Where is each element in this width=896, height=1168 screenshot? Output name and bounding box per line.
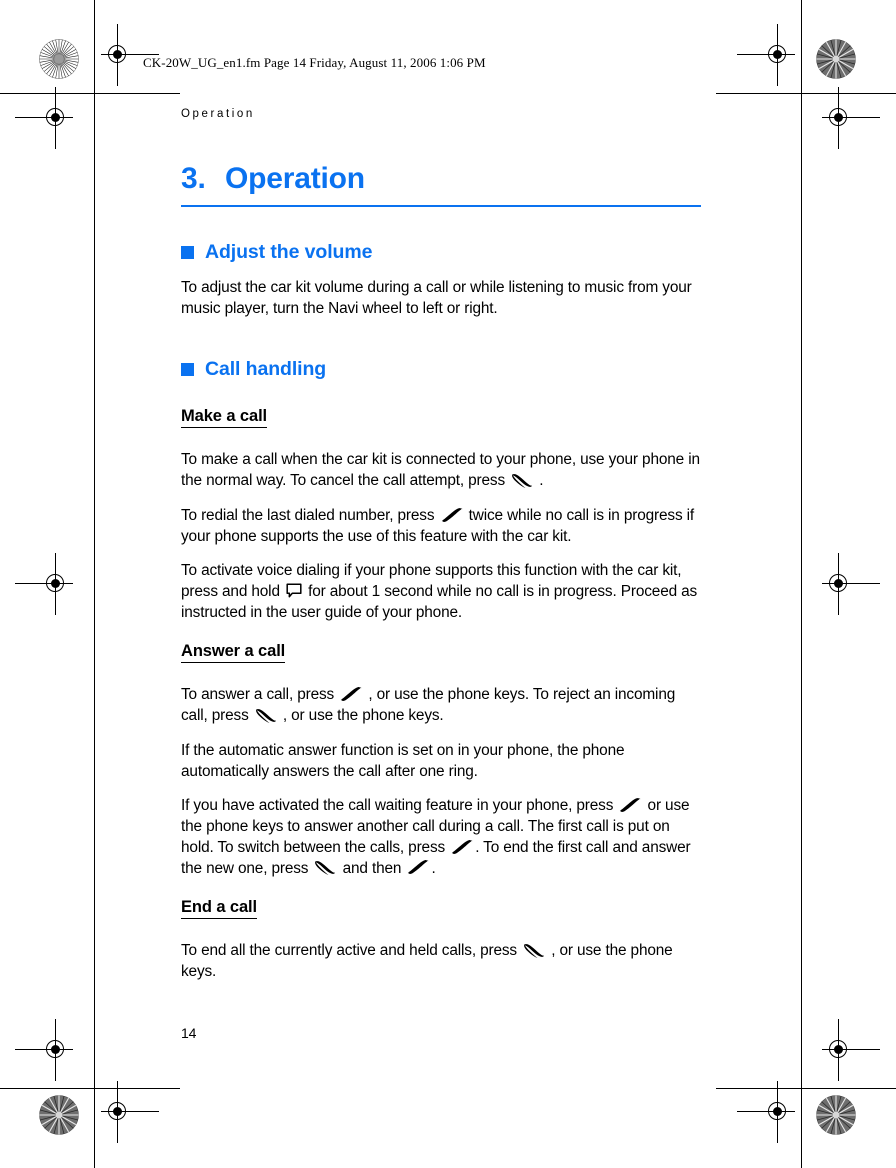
framemaker-filename-banner: CK-20W_UG_en1.fm Page 14 Friday, August … bbox=[143, 55, 486, 70]
crop-rule-bottom-horizontal bbox=[0, 1088, 180, 1089]
subsection-heading-wrap-end-a-call: End a call bbox=[181, 898, 701, 930]
crop-rule-right-vertical bbox=[801, 0, 802, 1168]
registration-dot bbox=[51, 579, 60, 588]
chapter-number: 3. bbox=[181, 162, 206, 195]
registration-target-bottom-right bbox=[737, 1081, 795, 1143]
registration-dot bbox=[834, 1045, 843, 1054]
chapter-title-text: Operation bbox=[225, 162, 365, 195]
paragraph-group-make-a-call: To make a call when the car kit is conne… bbox=[181, 450, 701, 623]
section-heading-adjust-the-volume: Adjust the volume bbox=[181, 241, 701, 264]
end-call-key-icon bbox=[523, 943, 545, 958]
crop-rule-top-right-horizontal bbox=[716, 93, 896, 94]
registration-target-bottom-left bbox=[101, 1081, 159, 1143]
page-content: Operation 3. Operation Adjust the volume… bbox=[181, 108, 701, 983]
registration-target-upper-right-margin bbox=[822, 87, 880, 149]
registration-target-top-left bbox=[101, 24, 159, 86]
page-number: 14 bbox=[181, 1025, 197, 1041]
blue-square-bullet-icon bbox=[181, 363, 194, 377]
section-heading-call-handling: Call handling bbox=[181, 358, 701, 381]
paragraph: If you have activated the call waiting f… bbox=[181, 797, 691, 877]
section-heading-text: Call handling bbox=[205, 358, 327, 381]
send-call-key-icon bbox=[407, 860, 429, 875]
registration-dot bbox=[834, 579, 843, 588]
running-head: Operation bbox=[181, 108, 255, 120]
subsection-heading-answer-a-call: Answer a call bbox=[181, 642, 285, 664]
paragraph: To end all the currently active and held… bbox=[181, 942, 673, 980]
crop-rule-left-vertical bbox=[94, 0, 95, 1168]
registration-target-lower-left-margin bbox=[15, 1019, 73, 1081]
paragraph-adjust-volume: To adjust the car kit volume during a ca… bbox=[181, 279, 692, 317]
send-call-key-icon bbox=[619, 798, 641, 813]
registration-dot bbox=[834, 113, 843, 122]
color-star-target-bottom-right bbox=[816, 1095, 856, 1135]
registration-target-middle-right bbox=[822, 553, 880, 615]
registration-dot bbox=[113, 50, 122, 59]
chapter-title: 3. Operation bbox=[181, 162, 701, 205]
subsection-spacer bbox=[181, 879, 701, 898]
subsection-spacer bbox=[181, 623, 701, 642]
registration-dot bbox=[773, 50, 782, 59]
end-call-key-icon bbox=[511, 473, 533, 488]
registration-crosshair-horizontal bbox=[737, 54, 795, 55]
crop-rule-bottom-right-horizontal bbox=[716, 1088, 896, 1089]
registration-target-upper-left-margin bbox=[15, 87, 73, 149]
color-star-target-top-right bbox=[816, 39, 856, 79]
send-call-key-icon bbox=[340, 687, 362, 702]
paragraph: To answer a call, press , or use the pho… bbox=[181, 686, 676, 725]
voice-dial-key-icon bbox=[286, 583, 302, 599]
send-call-key-icon bbox=[441, 507, 463, 523]
registration-crosshair-horizontal bbox=[15, 117, 73, 118]
end-call-key-icon bbox=[255, 708, 277, 723]
crop-rule-top-horizontal bbox=[0, 93, 180, 94]
registration-crosshair-horizontal bbox=[737, 1111, 795, 1112]
registration-crosshair-horizontal bbox=[15, 583, 73, 584]
registration-target-top-right bbox=[737, 24, 795, 86]
chapter-title-rule bbox=[181, 205, 701, 207]
registration-dot bbox=[51, 1045, 60, 1054]
registration-target-middle-left bbox=[15, 553, 73, 615]
subsection-heading-wrap-make-a-call: Make a call bbox=[181, 407, 701, 439]
registration-dot bbox=[51, 113, 60, 122]
section-heading-text: Adjust the volume bbox=[205, 241, 373, 263]
paragraph: If the automatic answer function is set … bbox=[181, 741, 625, 780]
end-call-key-icon bbox=[314, 860, 336, 876]
paragraph: To make a call when the car kit is conne… bbox=[181, 451, 700, 490]
send-call-key-icon bbox=[451, 839, 473, 855]
subsection-heading-wrap-answer-a-call: Answer a call bbox=[181, 642, 701, 674]
color-star-target-bottom-left bbox=[39, 1095, 79, 1135]
paragraph: To activate voice dialing if your phone … bbox=[181, 562, 698, 621]
registration-dot bbox=[113, 1107, 122, 1116]
subsection-heading-make-a-call: Make a call bbox=[181, 407, 267, 429]
paragraph-group-answer-a-call: To answer a call, press , or use the pho… bbox=[181, 685, 701, 879]
blue-square-bullet-icon bbox=[181, 246, 194, 259]
paragraph: To redial the last dialed number, press … bbox=[181, 506, 695, 545]
color-star-target-top-left bbox=[39, 39, 79, 79]
paragraph-group-end-a-call: To end all the currently active and held… bbox=[181, 941, 701, 982]
subsection-spacer bbox=[181, 395, 701, 407]
subsection-heading-end-a-call: End a call bbox=[181, 898, 257, 920]
document-page: CK-20W_UG_en1.fm Page 14 Friday, August … bbox=[0, 0, 896, 1168]
registration-target-lower-right-margin bbox=[822, 1019, 880, 1081]
registration-crosshair-horizontal bbox=[15, 1049, 73, 1050]
registration-dot bbox=[773, 1107, 782, 1116]
